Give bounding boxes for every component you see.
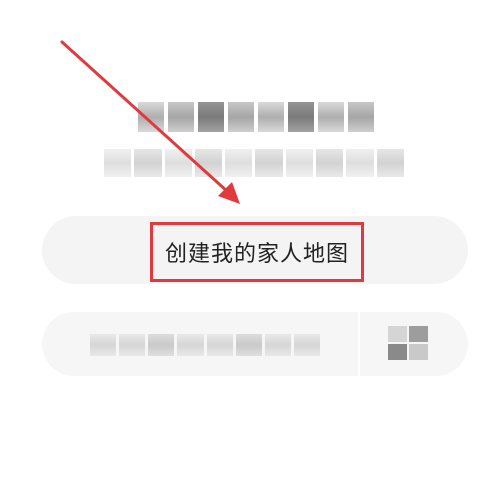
blurred-title <box>138 100 374 134</box>
blurred-subtitle <box>104 146 404 180</box>
blurred-option-left[interactable] <box>42 312 360 376</box>
blurred-icon <box>388 326 428 360</box>
annotation-highlight-box: 创建我的家人地图 <box>150 222 364 282</box>
blurred-option-right[interactable] <box>360 312 468 376</box>
create-family-map-label: 创建我的家人地图 <box>164 242 349 267</box>
blurred-option-text <box>90 334 320 356</box>
blurred-option-row[interactable] <box>42 312 468 376</box>
